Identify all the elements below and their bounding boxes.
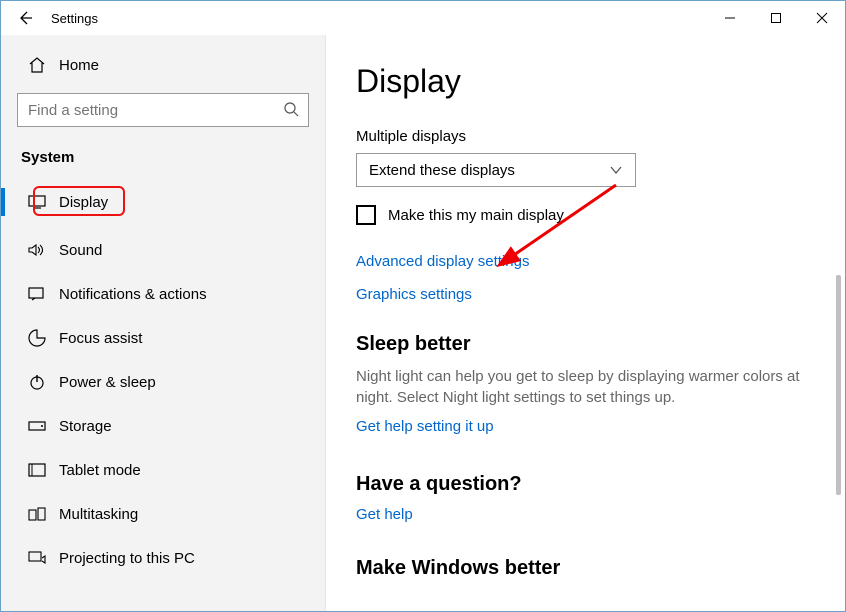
windows-better-heading: Make Windows better bbox=[356, 557, 815, 580]
maximize-icon bbox=[770, 12, 782, 24]
sidebar-item-power-sleep[interactable]: Power & sleep bbox=[17, 360, 309, 404]
close-button[interactable] bbox=[799, 2, 845, 34]
main-panel: Display Multiple displays Extend these d… bbox=[326, 35, 845, 611]
checkbox-label: Make this my main display bbox=[388, 207, 564, 224]
search-input[interactable] bbox=[17, 93, 309, 127]
multitasking-icon bbox=[23, 507, 51, 521]
sidebar-item-label: Multitasking bbox=[59, 506, 138, 523]
sidebar-item-display[interactable]: Display bbox=[17, 180, 309, 224]
projecting-icon bbox=[23, 551, 51, 565]
home-label: Home bbox=[59, 57, 99, 74]
search-icon bbox=[283, 101, 299, 117]
sidebar-item-focus-assist[interactable]: Focus assist bbox=[17, 316, 309, 360]
sidebar-item-label: Projecting to this PC bbox=[59, 550, 195, 567]
sidebar-item-sound[interactable]: Sound bbox=[17, 228, 309, 272]
sound-icon bbox=[23, 243, 51, 257]
scrollbar[interactable] bbox=[836, 275, 841, 495]
sidebar: Home System Display Sound bbox=[1, 35, 326, 611]
back-arrow-icon bbox=[17, 10, 33, 26]
chevron-down-icon bbox=[609, 163, 623, 177]
get-help-link[interactable]: Get help bbox=[356, 506, 815, 523]
minimize-button[interactable] bbox=[707, 2, 753, 34]
sidebar-item-storage[interactable]: Storage bbox=[17, 404, 309, 448]
home-icon bbox=[23, 56, 51, 74]
sleep-help-link[interactable]: Get help setting it up bbox=[356, 418, 815, 435]
multiple-displays-label: Multiple displays bbox=[356, 128, 815, 145]
sidebar-item-label: Storage bbox=[59, 418, 112, 435]
sidebar-item-multitasking[interactable]: Multitasking bbox=[17, 492, 309, 536]
sidebar-item-tablet-mode[interactable]: Tablet mode bbox=[17, 448, 309, 492]
multiple-displays-dropdown[interactable]: Extend these displays bbox=[356, 153, 636, 187]
sidebar-item-label: Tablet mode bbox=[59, 462, 141, 479]
sidebar-item-label: Display bbox=[59, 194, 108, 211]
focus-assist-icon bbox=[23, 329, 51, 347]
maximize-button[interactable] bbox=[753, 2, 799, 34]
close-icon bbox=[816, 12, 828, 24]
window-title: Settings bbox=[51, 11, 98, 26]
sidebar-item-label: Notifications & actions bbox=[59, 286, 207, 303]
dropdown-value: Extend these displays bbox=[369, 162, 515, 179]
sidebar-item-projecting[interactable]: Projecting to this PC bbox=[17, 536, 309, 580]
page-title: Display bbox=[356, 63, 815, 100]
sleep-better-heading: Sleep better bbox=[356, 333, 815, 356]
section-label: System bbox=[17, 149, 309, 166]
sidebar-item-label: Sound bbox=[59, 242, 102, 259]
sidebar-item-notifications[interactable]: Notifications & actions bbox=[17, 272, 309, 316]
notifications-icon bbox=[23, 287, 51, 301]
home-nav[interactable]: Home bbox=[17, 47, 309, 83]
storage-icon bbox=[23, 421, 51, 431]
sidebar-item-label: Power & sleep bbox=[59, 374, 156, 391]
power-icon bbox=[23, 373, 51, 391]
sidebar-item-label: Focus assist bbox=[59, 330, 142, 347]
checkbox-icon[interactable] bbox=[356, 205, 376, 225]
sleep-better-desc: Night light can help you get to sleep by… bbox=[356, 366, 815, 408]
question-heading: Have a question? bbox=[356, 473, 815, 496]
tablet-icon bbox=[23, 463, 51, 477]
back-button[interactable] bbox=[9, 2, 41, 34]
minimize-icon bbox=[724, 12, 736, 24]
main-display-checkbox-row[interactable]: Make this my main display bbox=[356, 205, 815, 225]
display-icon bbox=[23, 195, 51, 209]
advanced-display-settings-link[interactable]: Advanced display settings bbox=[356, 253, 815, 270]
graphics-settings-link[interactable]: Graphics settings bbox=[356, 286, 815, 303]
search-box[interactable] bbox=[17, 93, 309, 127]
